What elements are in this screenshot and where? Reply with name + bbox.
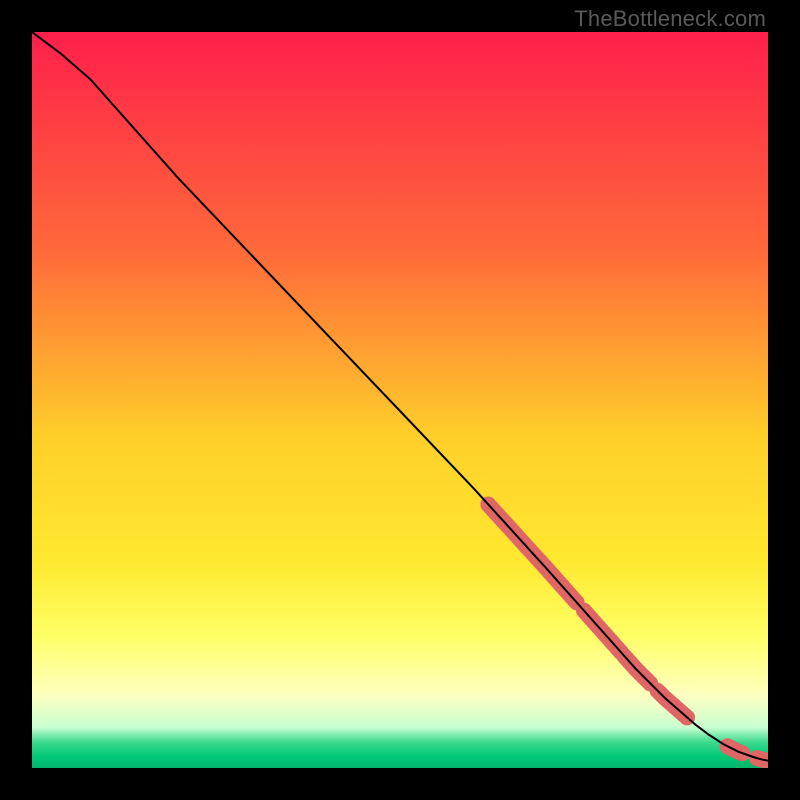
curve-line <box>32 32 768 761</box>
plot-area <box>32 32 768 768</box>
chart-svg <box>32 32 768 768</box>
chart-frame: TheBottleneck.com <box>0 0 800 800</box>
attribution-label: TheBottleneck.com <box>574 6 766 32</box>
highlight-dots <box>481 497 768 768</box>
